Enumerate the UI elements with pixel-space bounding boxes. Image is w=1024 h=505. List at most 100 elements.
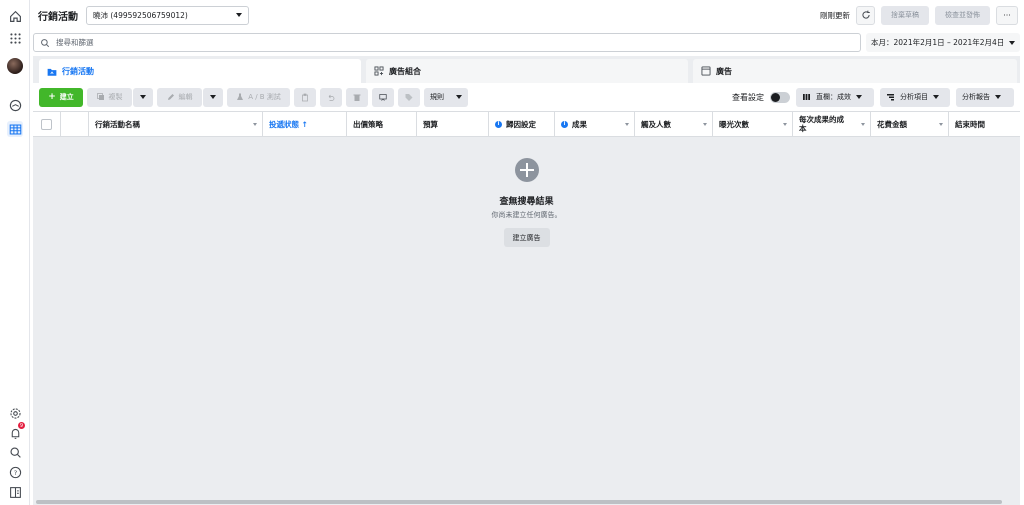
flask-icon <box>237 93 244 100</box>
column-header-amount-spent[interactable]: 花費金額 <box>871 112 949 136</box>
actions-toolbar: + 建立 複製 編輯 A / B 測試 規則 查看設定 直欄：成效 分析項目 分… <box>33 83 1020 111</box>
discard-drafts-button[interactable]: 捨棄草稿 <box>881 5 929 25</box>
ab-test-label: A / B 測試 <box>248 93 281 101</box>
column-header-results[interactable]: i 成果 <box>555 112 635 136</box>
clipboard-button[interactable] <box>294 87 316 107</box>
folder-icon <box>47 68 57 76</box>
column-header-reach[interactable]: 觸及人數 <box>635 112 713 136</box>
account-selector[interactable]: 曉沛 (499592506759012) <box>86 5 249 25</box>
svg-text:?: ? <box>13 468 16 476</box>
edit-button[interactable]: 編輯 <box>157 87 202 107</box>
last-updated-label: 剛剛更新 <box>820 10 850 20</box>
horizontal-scrollbar[interactable] <box>36 500 1002 504</box>
column-header-bid-strategy[interactable]: 出價策略 <box>347 112 417 136</box>
column-label: 行銷活動名稱 <box>95 119 140 129</box>
page-title: 行銷活動 <box>38 11 78 23</box>
duplicate-dropdown-button[interactable] <box>133 87 153 107</box>
create-ad-button[interactable]: 建立廣告 <box>503 228 550 247</box>
columns-dropdown[interactable]: 直欄：成效 <box>796 87 874 107</box>
sort-caret-icon <box>253 123 257 126</box>
sort-caret-icon <box>861 123 865 126</box>
sort-caret-icon <box>625 123 629 126</box>
date-range-label: 本月：2021年2月1日 – 2021年2月4日 <box>871 38 1005 47</box>
sort-caret-icon <box>783 123 787 126</box>
undo-icon <box>328 94 335 101</box>
dashboard-gauge-icon[interactable] <box>7 97 23 113</box>
column-label: 結束時間 <box>955 119 985 129</box>
tab-ad-sets[interactable]: 廣告組合 <box>366 59 688 83</box>
rules-dropdown[interactable]: 規則 <box>424 87 468 107</box>
reports-dropdown[interactable]: 分析報告 <box>956 87 1014 107</box>
column-label: 花費金額 <box>877 119 907 129</box>
column-header-campaign-name[interactable]: 行銷活動名稱 <box>89 112 263 136</box>
avatar[interactable] <box>7 58 23 74</box>
column-label: 每次成果的成本 <box>799 115 844 133</box>
chevron-down-icon <box>210 95 216 99</box>
tab-campaigns[interactable]: 行銷活動 <box>39 59 361 84</box>
view-settings-label: 查看設定 <box>732 92 764 102</box>
tag-icon <box>405 93 413 101</box>
grid-icon <box>374 66 384 76</box>
notifications-bell-icon[interactable]: 9 <box>7 422 25 441</box>
select-all-cell <box>33 112 61 136</box>
column-header-attribution[interactable]: i 歸因設定 <box>489 112 555 136</box>
view-settings-toggle[interactable] <box>770 91 790 103</box>
column-header-impressions[interactable]: 曝光次數 <box>713 112 793 136</box>
column-header-budget[interactable]: 預算 <box>417 112 489 136</box>
trash-icon <box>353 94 361 101</box>
select-all-checkbox[interactable] <box>41 118 52 130</box>
column-header-delivery[interactable]: 投遞狀態 ↑ <box>263 112 347 136</box>
home-icon[interactable] <box>7 8 23 24</box>
account-name: 曉沛 (499592506759012) <box>93 10 188 20</box>
search-icon <box>41 38 50 47</box>
breakdown-dropdown[interactable]: 分析項目 <box>880 87 950 107</box>
review-publish-button[interactable]: 檢查並發佈 <box>935 5 990 25</box>
column-label: 預算 <box>423 119 438 129</box>
sort-caret-icon <box>703 123 707 126</box>
rules-label: 規則 <box>430 93 444 101</box>
search-filter-bar[interactable]: 搜尋和篩選 <box>33 33 861 52</box>
help-question-icon[interactable]: ? <box>7 464 23 480</box>
empty-state: 查無搜尋結果 你尚未建立任何廣告。 建立廣告 <box>33 158 1020 247</box>
chevron-down-icon <box>236 13 242 17</box>
preview-icon <box>379 93 387 101</box>
ab-test-button[interactable]: A / B 測試 <box>227 87 290 107</box>
tag-button[interactable] <box>398 87 420 107</box>
preview-button[interactable] <box>372 87 394 107</box>
plus-circle-icon <box>514 158 539 182</box>
duplicate-split-button: 複製 <box>87 87 153 107</box>
column-label: 投遞狀態 ↑ <box>269 119 308 129</box>
chevron-down-icon <box>1009 40 1015 45</box>
tab-ads[interactable]: 廣告 <box>693 59 1017 83</box>
chevron-down-icon <box>933 95 939 99</box>
search-icon[interactable] <box>7 444 23 460</box>
settings-gear-icon[interactable] <box>7 405 23 421</box>
duplicate-button[interactable]: 複製 <box>87 87 132 107</box>
create-button[interactable]: + 建立 <box>39 87 83 107</box>
column-header-end-time[interactable]: 結束時間 <box>949 112 1020 136</box>
breakdown-icon <box>887 94 894 101</box>
more-options-button[interactable]: ··· <box>996 5 1018 25</box>
undo-button[interactable] <box>320 87 342 107</box>
refresh-icon <box>861 10 870 19</box>
toggle-column-header <box>61 112 89 136</box>
column-label: 曝光次數 <box>719 119 749 129</box>
column-label: 歸因設定 <box>506 119 536 129</box>
info-icon[interactable]: i <box>561 120 568 128</box>
edit-dropdown-button[interactable] <box>203 87 223 107</box>
info-icon[interactable]: i <box>495 120 502 128</box>
apps-grid-icon[interactable] <box>7 30 23 46</box>
breakdown-label: 分析項目 <box>900 93 928 101</box>
delete-button[interactable] <box>346 87 368 107</box>
ads-manager-table-icon[interactable] <box>7 121 23 137</box>
column-header-cost-per-result[interactable]: 每次成果的成本 <box>793 112 871 136</box>
duplicate-label: 複製 <box>108 93 123 101</box>
refresh-button[interactable] <box>856 5 875 25</box>
panel-toggle-icon[interactable] <box>7 484 23 500</box>
top-header: 行銷活動 曉沛 (499592506759012) 剛剛更新 捨棄草稿 檢查並發… <box>30 0 1024 30</box>
search-input[interactable]: 搜尋和篩選 <box>56 37 94 48</box>
chevron-down-icon <box>456 95 462 99</box>
empty-state-subtitle: 你尚未建立任何廣告。 <box>491 211 562 219</box>
date-range-picker[interactable]: 本月：2021年2月1日 – 2021年2月4日 <box>866 33 1020 52</box>
tab-label: 行銷活動 <box>62 67 94 76</box>
